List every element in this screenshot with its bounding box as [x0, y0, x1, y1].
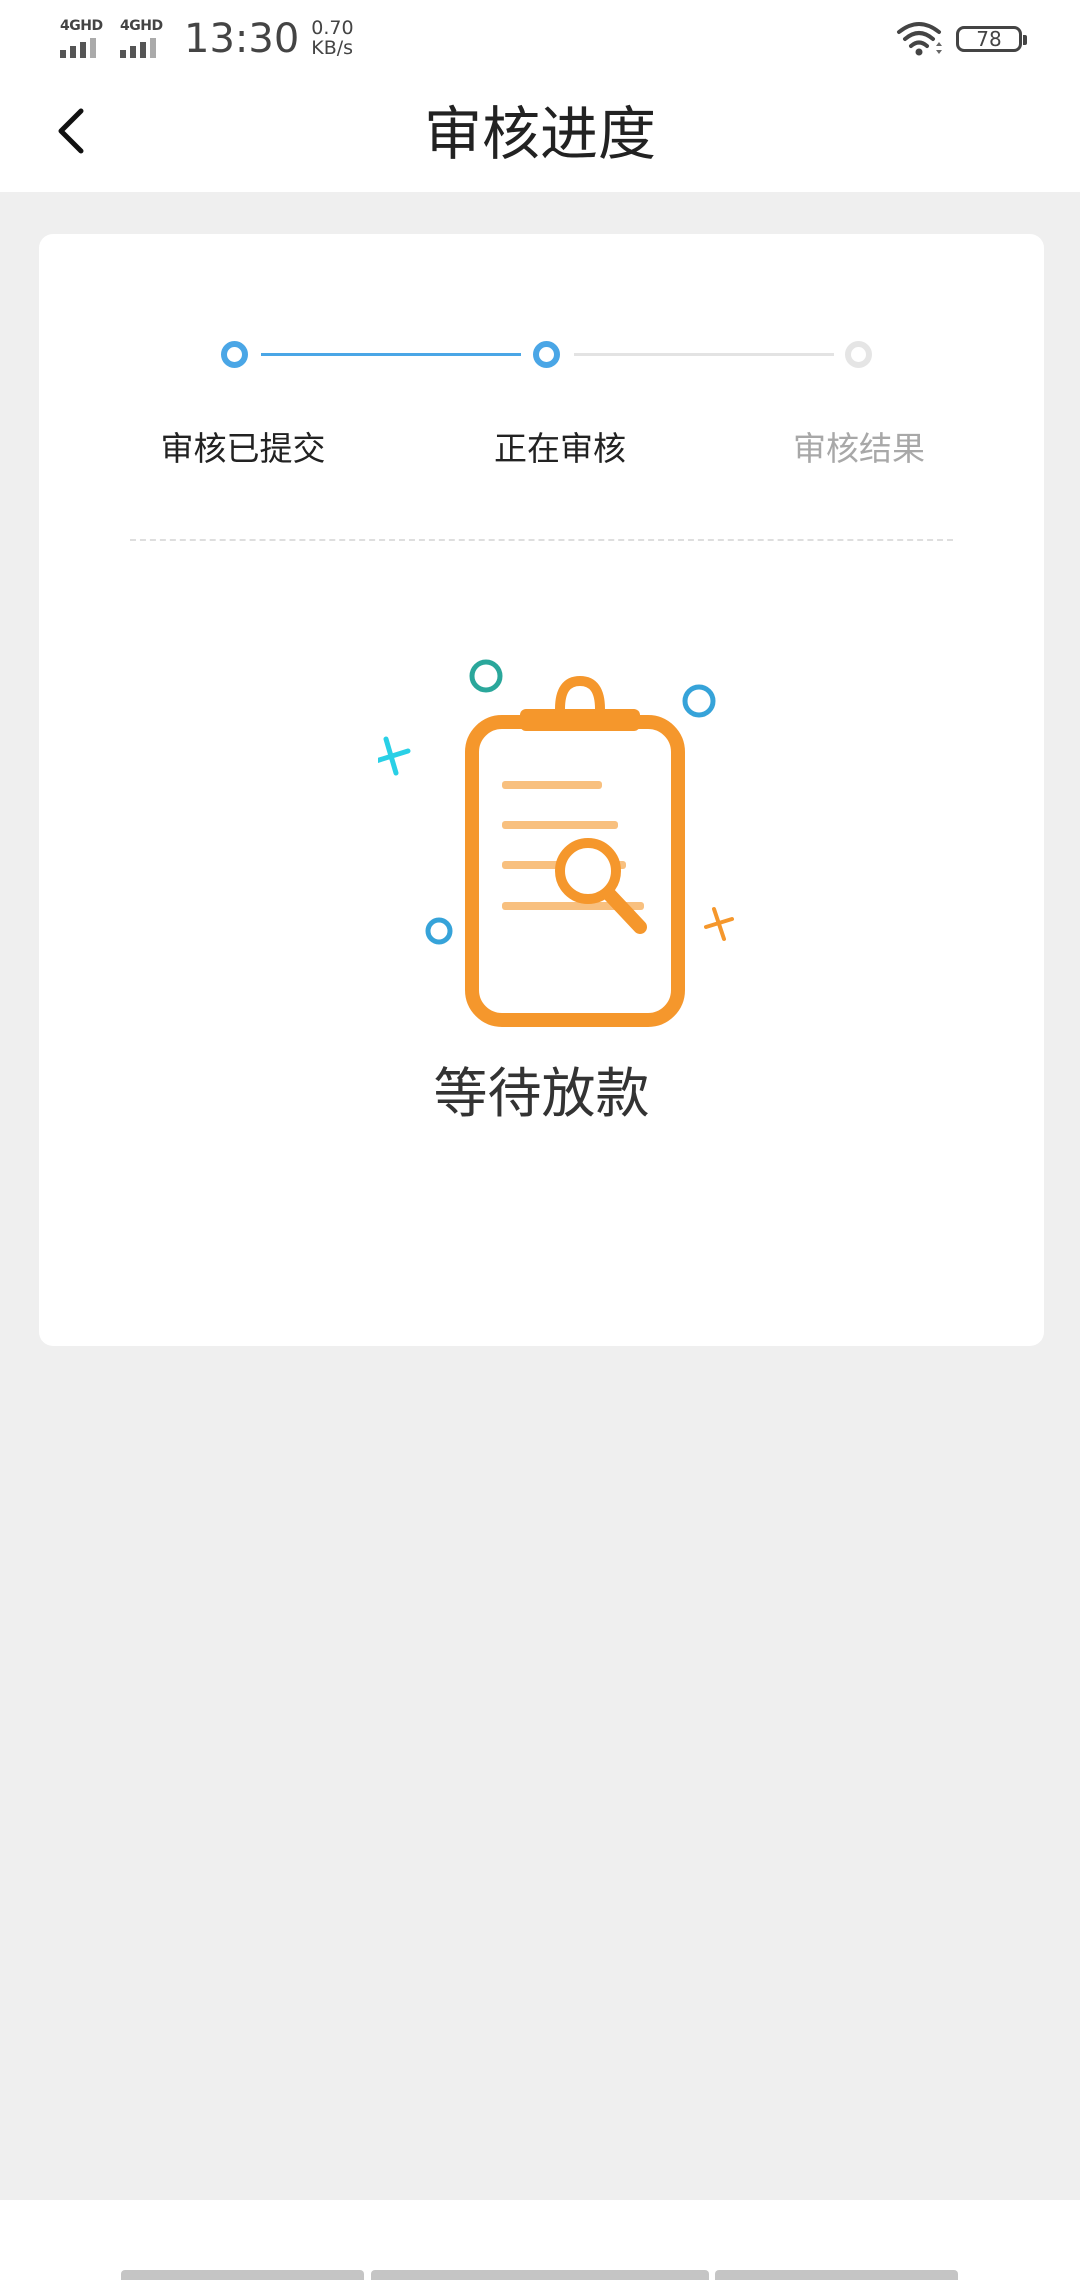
network-type-label: 4GHD — [60, 18, 103, 34]
bottom-tab-3[interactable] — [715, 2270, 958, 2280]
step-connector-1 — [261, 353, 521, 356]
step-connector-2 — [574, 353, 834, 356]
signal-icon — [120, 38, 156, 58]
clock: 13:30 — [184, 16, 300, 62]
network-speed-value: 0.70 — [311, 17, 354, 40]
bottom-tab-1[interactable] — [121, 2270, 364, 2280]
progress-stepper: 审核已提交 正在审核 审核结果 — [39, 234, 1044, 564]
network-indicator-2: 4GHD — [118, 16, 170, 62]
wifi-icon — [897, 22, 942, 56]
status-bar-right: 78 — [896, 20, 1027, 58]
step-dot-submitted — [221, 341, 248, 368]
network-type-label: 4GHD — [120, 18, 163, 34]
page-title: 审核进度 — [423, 100, 656, 168]
battery-level: 78 — [976, 27, 1002, 51]
dashed-divider — [130, 539, 953, 541]
step-dot-result — [845, 341, 872, 368]
network-speed: 0.70 KB/s — [311, 17, 354, 59]
clipboard-search-icon — [378, 659, 734, 1027]
status-text: 等待放款 — [433, 1062, 650, 1125]
status-bar-left: 4GHD 4GHD 13:30 0.70 KB/s — [58, 14, 354, 64]
step-label-result: 审核结果 — [793, 429, 925, 468]
status-bar: 4GHD 4GHD 13:30 0.70 KB/s 78 — [0, 0, 1080, 80]
app-header: 审核进度 — [0, 80, 1080, 192]
network-speed-unit: KB/s — [311, 37, 354, 59]
signal-icon — [60, 38, 96, 58]
progress-card: 审核已提交 正在审核 审核结果 等待放款 — [39, 234, 1044, 1346]
step-dot-reviewing — [533, 341, 560, 368]
step-label-submitted: 审核已提交 — [160, 429, 326, 468]
network-indicator-1: 4GHD — [58, 16, 110, 62]
step-label-reviewing: 正在审核 — [494, 429, 626, 468]
battery-icon: 78 — [956, 26, 1027, 52]
bottom-tab-2[interactable] — [371, 2270, 709, 2280]
bottom-bar — [0, 2200, 1080, 2280]
